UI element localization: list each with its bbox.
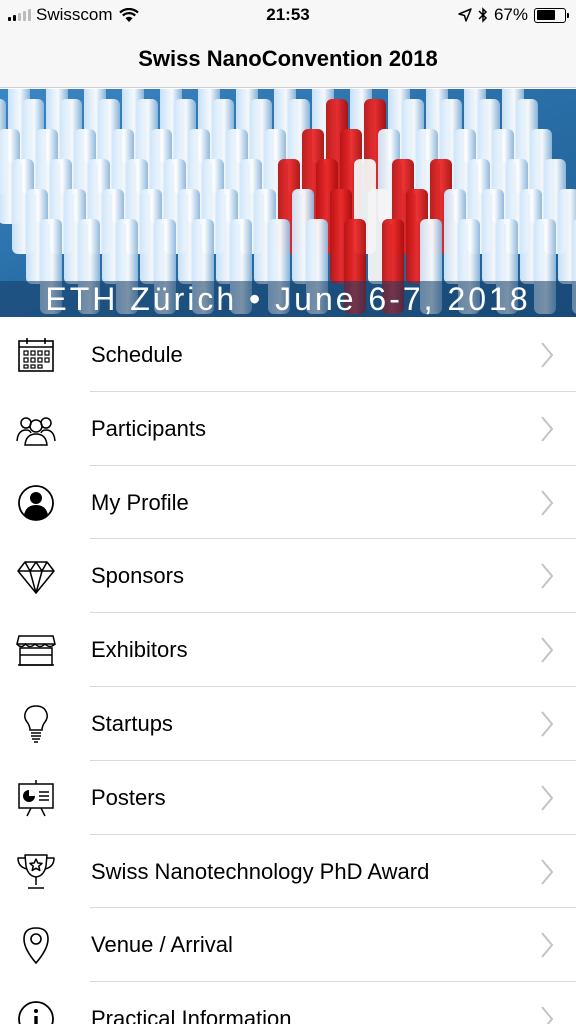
chevron-right-icon (541, 932, 554, 959)
menu-item-schedule[interactable]: Schedule (0, 318, 576, 392)
chevron-right-icon (541, 858, 554, 885)
calendar-icon (18, 338, 54, 372)
info-icon (18, 1001, 54, 1024)
trophy-icon (17, 853, 55, 889)
status-bar: Swisscom 21:53 67% (0, 0, 576, 30)
location-arrow-icon (458, 8, 472, 22)
chevron-right-icon (541, 489, 554, 516)
chevron-right-icon (541, 711, 554, 737)
people-icon (16, 417, 56, 446)
menu-item-venue-arrival[interactable]: Venue / Arrival (0, 908, 576, 983)
menu-item-label: Practical Information (91, 1006, 292, 1024)
storefront-icon (16, 635, 56, 666)
menu-item-participants[interactable]: Participants (0, 392, 576, 466)
banner-image: ETH Zürich • June 6-7, 2018 (0, 89, 576, 317)
menu-item-startups[interactable]: Startups (0, 687, 576, 761)
menu-item-label: Exhibitors (91, 637, 188, 663)
menu-item-sponsors[interactable]: Sponsors (0, 539, 576, 614)
menu-item-practical-information[interactable]: Practical Information (0, 982, 576, 1024)
poster-board-icon (18, 779, 54, 817)
chevron-right-icon (541, 637, 554, 663)
menu-item-exhibitors[interactable]: Exhibitors (0, 613, 576, 687)
battery-icon (534, 7, 569, 23)
menu-item-label: Startups (91, 710, 173, 736)
battery-percent: 67% (493, 5, 528, 24)
chevron-right-icon (541, 342, 554, 368)
menu-item-label: Venue / Arrival (91, 932, 233, 958)
page-title: Swiss NanoConvention 2018 (138, 46, 438, 71)
menu-item-label: Posters (91, 784, 166, 810)
menu-item-label: Swiss Nanotechnology PhD Award (91, 858, 430, 884)
menu-item-my-profile[interactable]: My Profile (0, 466, 576, 540)
chevron-right-icon (541, 563, 554, 590)
menu-item-posters[interactable]: Posters (0, 761, 576, 835)
battery-level (536, 10, 555, 20)
menu-item-label: Participants (91, 415, 206, 441)
chevron-right-icon (541, 1006, 554, 1024)
menu-item-phd-award[interactable]: Swiss Nanotechnology PhD Award (0, 835, 576, 909)
lightbulb-icon (24, 705, 48, 743)
chevron-right-icon (541, 416, 554, 442)
main-menu: Schedule Participants My Profile Sponsor… (0, 318, 576, 1024)
banner-caption: ETH Zürich • June 6-7, 2018 (0, 281, 576, 317)
status-right: 67% (458, 5, 569, 25)
menu-item-label: Schedule (91, 342, 183, 367)
map-pin-icon (23, 927, 49, 965)
profile-icon (18, 484, 54, 521)
chevron-right-icon (541, 785, 554, 811)
bluetooth-icon (478, 7, 488, 23)
menu-item-label: My Profile (91, 489, 189, 515)
menu-item-label: Sponsors (91, 563, 184, 589)
navigation-bar: Swiss NanoConvention 2018 (0, 30, 576, 88)
diamond-icon (17, 561, 55, 595)
